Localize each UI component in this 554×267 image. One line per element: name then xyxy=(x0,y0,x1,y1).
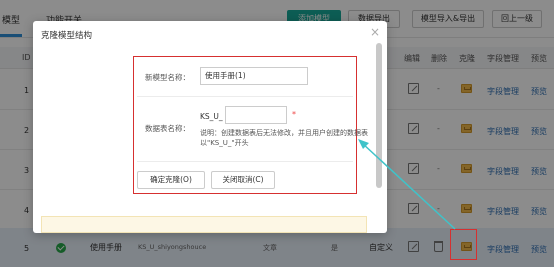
annotation-arrow-icon xyxy=(358,139,456,230)
